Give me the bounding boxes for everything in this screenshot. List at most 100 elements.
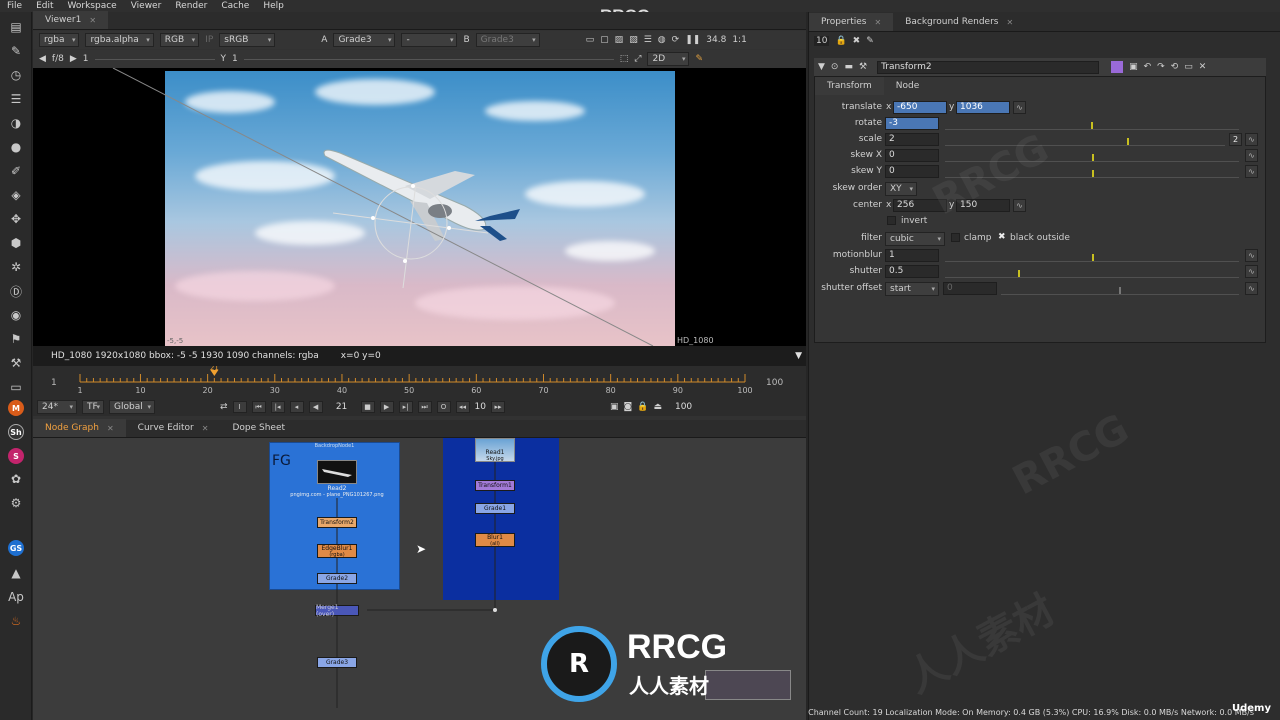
color-tool-icon[interactable]: ◑ [6, 114, 26, 132]
node-grade1[interactable]: Grade1 [475, 503, 515, 514]
skewy-field[interactable]: 0 [885, 165, 939, 178]
shutter-curve-icon[interactable]: ∿ [1245, 265, 1258, 278]
center-y-field[interactable]: 150 [956, 199, 1010, 212]
metadata-tool-icon[interactable]: ⚑ [6, 330, 26, 348]
close-panel-icon[interactable]: ✕ [1199, 62, 1207, 72]
read1-thumbnail[interactable]: Read1 Sky.jpg [475, 438, 515, 462]
skewy-slider[interactable] [945, 165, 1239, 178]
flame-plugin-icon[interactable]: ♨ [6, 612, 26, 630]
play-forward-button[interactable]: ▶ [379, 401, 394, 413]
skeworder-dropdown[interactable]: XY [885, 182, 917, 196]
lut-icon[interactable]: ▧ [629, 35, 638, 45]
max-panels-field[interactable]: 10 [814, 36, 830, 46]
increment-button[interactable]: ▸▸ [491, 401, 505, 413]
motionblur-slider[interactable] [945, 249, 1239, 262]
close-icon[interactable]: ✕ [874, 18, 881, 27]
play-backward-button[interactable]: ◀ [308, 401, 323, 413]
tab-background-renders[interactable]: Background Renders ✕ [893, 13, 1025, 31]
alpha-dropdown[interactable]: rgba.alpha [85, 33, 154, 47]
close-icon[interactable]: ✕ [1006, 18, 1013, 27]
loop-icon[interactable]: ⇄ [220, 402, 228, 412]
clip-warning-icon[interactable]: ▨ [615, 35, 624, 45]
colorspace-dropdown[interactable]: sRGB [219, 33, 276, 47]
merge-tool-icon[interactable]: ◈ [6, 186, 26, 204]
m-plugin-icon[interactable]: M [8, 400, 24, 416]
wipe-icon[interactable]: ▢ [600, 35, 609, 45]
paint-icon[interactable]: ✎ [695, 54, 703, 64]
tab-curve-editor[interactable]: Curve Editor ✕ [126, 419, 221, 437]
undo-icon[interactable]: ↶ [1144, 62, 1152, 72]
shutteroffset-slider[interactable] [1001, 282, 1239, 295]
end-frame-field[interactable]: 100 [675, 402, 692, 412]
shutter-field[interactable]: 0.5 [885, 265, 939, 278]
gear-plugin-icon[interactable]: ⚙ [6, 494, 26, 512]
roi-icon[interactable]: ▭ [586, 35, 595, 45]
menu-workspace[interactable]: Workspace [61, 1, 124, 11]
particles-tool-icon[interactable]: ✲ [6, 258, 26, 276]
transform-handle-overlay[interactable] [33, 68, 806, 346]
rotate-field[interactable]: -3 [885, 117, 939, 130]
black-outside-checkbox[interactable]: ✖ [998, 232, 1006, 242]
gain-value[interactable]: 1 [83, 54, 89, 64]
trash-icon[interactable]: ▬ [844, 62, 853, 72]
menu-edit[interactable]: Edit [29, 1, 60, 11]
capture-icon[interactable]: ◙ [624, 402, 633, 412]
wrench-icon[interactable]: ⚒ [859, 62, 867, 72]
scale-channels-badge[interactable]: 2 [1229, 133, 1242, 146]
crop-icon[interactable]: ⬚ [620, 54, 629, 64]
node-transform1[interactable]: Transform1 [475, 480, 515, 491]
float-icon[interactable]: ✖ [853, 36, 861, 46]
current-frame-field[interactable]: 21 [328, 402, 356, 412]
increment-field[interactable]: 10 [475, 402, 486, 412]
tab-properties[interactable]: Properties ✕ [809, 13, 894, 31]
clamp-checkbox[interactable] [951, 233, 960, 242]
shutter-slider[interactable] [945, 265, 1239, 278]
last-frame-button[interactable]: ⏭ [417, 401, 432, 413]
stop-button[interactable]: ■ [360, 401, 375, 413]
node-edgeblur1[interactable]: EdgeBlur1 (rgba) [317, 544, 357, 558]
close-icon[interactable]: ✕ [107, 424, 114, 433]
prev-keyframe-button[interactable]: |◂ [270, 401, 285, 413]
globe-icon[interactable]: ◍ [658, 35, 666, 45]
shutteroffset-field[interactable]: 0 [943, 282, 997, 295]
filter-tool-icon[interactable]: ● [6, 138, 26, 156]
skewx-slider[interactable] [945, 149, 1239, 162]
in-point-button[interactable]: I [232, 401, 247, 413]
revert-icon[interactable]: ⟲ [1171, 62, 1179, 72]
s-plugin-icon[interactable]: S [8, 448, 24, 464]
triangle-plugin-icon[interactable]: ▲ [6, 564, 26, 582]
redo-icon[interactable]: ↷ [1157, 62, 1165, 72]
skewy-curve-icon[interactable]: ∿ [1245, 165, 1258, 178]
skewx-field[interactable]: 0 [885, 149, 939, 162]
subtab-transform[interactable]: Transform [815, 77, 884, 95]
menu-render[interactable]: Render [168, 1, 214, 11]
node-transform2[interactable]: Transform2 [317, 517, 357, 528]
timeline-end[interactable]: 100 [766, 378, 783, 388]
translate-x-field[interactable]: -650 [893, 101, 947, 114]
expand-arrow-icon[interactable]: ▼ [795, 351, 802, 361]
draw-tool-icon[interactable]: ✎ [6, 42, 26, 60]
tab-dope-sheet[interactable]: Dope Sheet [220, 419, 297, 437]
center-x-field[interactable]: 256 [893, 199, 947, 212]
timeline[interactable]: 1 100 21 1 10 20 30 40 50 60 70 80 90 100 [33, 366, 806, 400]
translate-curve-icon[interactable]: ∿ [1013, 101, 1026, 114]
prev-arrow-icon[interactable]: ◀ [39, 54, 46, 64]
menu-help[interactable]: Help [256, 1, 291, 11]
effects-plugin-icon[interactable]: ✿ [6, 470, 26, 488]
node-grade3[interactable]: Grade3 [317, 657, 357, 668]
motionblur-field[interactable]: 1 [885, 249, 939, 262]
first-frame-button[interactable]: ⏮ [251, 401, 266, 413]
collapse-icon[interactable]: ▼ [818, 62, 825, 72]
lock-icon[interactable]: 🔒 [835, 36, 846, 46]
view-mode-dropdown[interactable]: 2D [647, 52, 690, 66]
read2-thumbnail[interactable] [317, 460, 357, 484]
close-icon[interactable]: ✕ [89, 16, 96, 25]
other-tool-icon[interactable]: ▭ [6, 378, 26, 396]
channel-tool-icon[interactable]: ☰ [6, 90, 26, 108]
subtab-node[interactable]: Node [884, 77, 932, 95]
translate-y-field[interactable]: 1036 [956, 101, 1010, 114]
flipbook-icon[interactable]: ▣ [610, 402, 619, 412]
filter-dropdown[interactable]: cubic [885, 232, 945, 246]
next-keyframe-button[interactable]: ▸| [398, 401, 413, 413]
color-picker-icon[interactable]: ▣ [1129, 62, 1138, 72]
